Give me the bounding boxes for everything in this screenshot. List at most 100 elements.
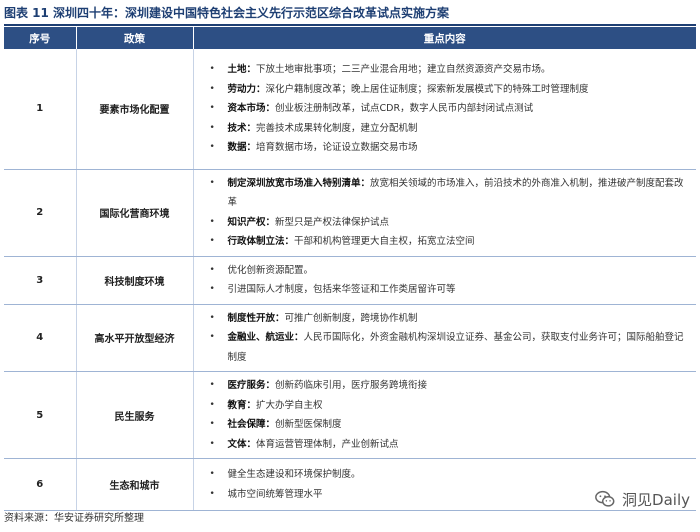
list-item: • 制定深圳放宽市场准入特别清单：放宽相关领域的市场准入，前沿技术的外商准入机制，… (206, 174, 691, 213)
item-heading: 数据： (227, 142, 257, 153)
policy-name: 民生服务 (76, 371, 194, 459)
item-text: 城市空间统筹管理水平 (227, 488, 323, 500)
item-heading: 医疗服务： (227, 380, 276, 391)
key-content: • 制度性开放：可推广创新制度，跨境协作机制 • 金融业、航运业：人民币国际化，外资金… (193, 304, 696, 372)
item-heading: 金融业、航运业： (227, 332, 304, 343)
list-item: • 行政体制立法：干部和机构管理更大自主权，拓宽立法空间 (206, 232, 691, 252)
wechat-icon (595, 490, 615, 507)
key-content: • 医疗服务：创新药临床引用，医疗服务跨境衔接 • 教育：扩大办学自主权 • 社会保障：创… (193, 371, 696, 459)
row-number: 5 (4, 371, 77, 459)
item-heading: 教育： (227, 399, 257, 411)
bullet-icon: • (209, 312, 215, 323)
bullet-icon: • (209, 64, 215, 74)
row-number: 3 (4, 256, 77, 305)
list-item: • 劳动力：深化户籍制度改革；晚上居住证制度；探索新发展模式下的特殊工时管理制度 (206, 80, 691, 100)
bullet-icon: • (209, 264, 215, 275)
list-item: • 教育：扩大办学自主权 (206, 396, 691, 416)
item-text: 创新型医保制度 (275, 419, 342, 430)
bullet-icon: • (209, 438, 215, 449)
content-list: • 优化创新资源配置。 • 引进国际人才制度，包括来华签证和工作类居留许可等 (206, 261, 691, 300)
column-header-policy: 政策 (76, 27, 194, 49)
bullet-icon: • (209, 216, 215, 227)
item-text: 可推广创新制度，跨境协作机制 (284, 312, 418, 324)
policy-name: 生态和城市 (76, 458, 194, 511)
table-row: 5 民生服务 • 医疗服务：创新药临床引用，医疗服务跨境衔接 • 教育：扩大办学自主权 • 社… (4, 371, 696, 459)
item-text: 健全生态建设和环境保护制度。 (227, 469, 361, 480)
column-header-content: 重点内容 (193, 27, 696, 49)
item-text: 培育数据市场，论证设立数据交易市场 (256, 142, 418, 153)
bullet-icon: • (209, 332, 215, 342)
table-row: 4 高水平开放型经济 • 制度性开放：可推广创新制度，跨境协作机制 • 金融业、航运业：人… (4, 304, 696, 372)
source-note: 资料来源：华安证券研究所整理 (4, 513, 144, 524)
bullet-icon: • (209, 103, 215, 113)
row-number: 2 (4, 169, 77, 257)
bullet-icon: • (209, 380, 215, 390)
item-text: 引进国际人才制度，包括来华签证和工作类居留许可等 (227, 284, 456, 295)
item-heading: 知识产权： (227, 216, 276, 228)
list-item: • 文体：体育运营管理体制，产业创新试点 (206, 435, 691, 455)
table-row: 2 国际化营商环境 • 制定深圳放宽市场准入特别清单：放宽相关领域的市场准入，前沿技术… (4, 169, 696, 257)
item-text: 完善技术成果转化制度，建立分配机制 (256, 122, 418, 134)
item-text: 新型只是产权法律保护试点 (275, 216, 390, 228)
bullet-icon: • (209, 419, 215, 429)
bullet-icon: • (209, 177, 215, 188)
list-item: • 医疗服务：创新药临床引用，医疗服务跨境衔接 (206, 376, 691, 396)
content-list: • 制度性开放：可推广创新制度，跨境协作机制 • 金融业、航运业：人民币国际化，外资金… (206, 309, 691, 368)
list-item: • 金融业、航运业：人民币国际化，外资金融机构深圳设立证券、基金公司，获取支付业务… (206, 328, 691, 367)
table-row: 6 生态和城市 • 健全生态建设和环境保护制度。 • 城市空间统筹管理水平 (4, 458, 696, 511)
item-text: 体育运营管理体制，产业创新试点 (256, 438, 399, 450)
key-content: • 制定深圳放宽市场准入特别清单：放宽相关领域的市场准入，前沿技术的外商准入机制，… (193, 169, 696, 257)
item-text: 创新药临床引用，医疗服务跨境衔接 (275, 380, 428, 391)
item-heading: 土地： (227, 64, 257, 75)
content-list: • 制定深圳放宽市场准入特别清单：放宽相关领域的市场准入，前沿技术的外商准入机制，… (206, 174, 691, 252)
bullet-icon: • (209, 488, 215, 499)
list-item: • 数据：培育数据市场，论证设立数据交易市场 (206, 138, 691, 158)
item-heading: 制定深圳放宽市场准入特别清单： (227, 177, 371, 189)
table-row: 1 要素市场化配置 • 土地：下放土地审批事项；二三产业混合用地；建立自然资源资产交易… (4, 49, 696, 170)
item-text: 干部和机构管理更大自主权，拓宽立法空间 (294, 236, 475, 247)
list-item: • 健全生态建设和环境保护制度。 (206, 465, 691, 485)
column-header-no: 序号 (4, 27, 77, 49)
bullet-icon: • (209, 142, 215, 152)
key-content: • 土地：下放土地审批事项；二三产业混合用地；建立自然资源资产交易市场。 • 劳动力：… (193, 49, 696, 170)
title-divider (4, 24, 696, 26)
bullet-icon: • (209, 122, 215, 133)
policy-table: 序号 政策 重点内容 1 要素市场化配置 • 土地：下放土地审批事项；二三产业混合用地… (4, 27, 696, 511)
watermark-text: 洞见Daily (622, 490, 690, 509)
item-heading: 制度性开放： (227, 312, 285, 324)
policy-name: 科技制度环境 (76, 256, 194, 305)
row-number: 4 (4, 304, 77, 372)
list-item: • 资本市场：创业板注册制改革，试点CDR，数字人民币内部封闭试点测试 (206, 99, 691, 119)
policy-name: 要素市场化配置 (76, 49, 194, 170)
policy-name: 高水平开放型经济 (76, 304, 194, 372)
item-heading: 劳动力： (227, 83, 266, 95)
item-heading: 行政体制立法： (227, 236, 295, 247)
item-heading: 技术： (227, 122, 257, 134)
item-heading: 资本市场： (227, 103, 276, 114)
item-text: 扩大办学自主权 (256, 399, 323, 411)
list-item: • 土地：下放土地审批事项；二三产业混合用地；建立自然资源资产交易市场。 (206, 60, 691, 80)
list-item: • 知识产权：新型只是产权法律保护试点 (206, 213, 691, 233)
bullet-icon: • (209, 284, 215, 294)
item-text: 优化创新资源配置。 (227, 264, 314, 276)
bullet-icon: • (209, 399, 215, 410)
list-item: • 优化创新资源配置。 (206, 261, 691, 281)
policy-name: 国际化营商环境 (76, 169, 194, 257)
item-text: 深化户籍制度改革；晚上居住证制度；探索新发展模式下的特殊工时管理制度 (265, 83, 589, 95)
list-item: • 引进国际人才制度，包括来华签证和工作类居留许可等 (206, 280, 691, 300)
watermark: 洞见Daily (594, 488, 690, 510)
list-item: • 社会保障：创新型医保制度 (206, 415, 691, 435)
content-list: • 土地：下放土地审批事项；二三产业混合用地；建立自然资源资产交易市场。 • 劳动力：… (206, 60, 691, 158)
item-text: 下放土地审批事项；二三产业混合用地；建立自然资源资产交易市场。 (256, 64, 551, 75)
item-text: 创业板注册制改革，试点CDR，数字人民币内部封闭试点测试 (275, 103, 534, 114)
bullet-icon: • (209, 83, 215, 94)
bullet-icon: • (209, 236, 215, 246)
content-list: • 医疗服务：创新药临床引用，医疗服务跨境衔接 • 教育：扩大办学自主权 • 社会保障：创… (206, 376, 691, 454)
bullet-icon: • (209, 469, 215, 479)
figure-title: 图表 11 深圳四十年：深圳建设中国特色社会主义先行示范区综合改革试点实施方案 (4, 6, 450, 20)
key-content: • 优化创新资源配置。 • 引进国际人才制度，包括来华签证和工作类居留许可等 (193, 256, 696, 305)
table-header-row: 序号 政策 重点内容 (4, 27, 696, 49)
list-item: • 制度性开放：可推广创新制度，跨境协作机制 (206, 309, 691, 329)
item-heading: 社会保障： (227, 419, 276, 430)
row-number: 6 (4, 458, 77, 511)
